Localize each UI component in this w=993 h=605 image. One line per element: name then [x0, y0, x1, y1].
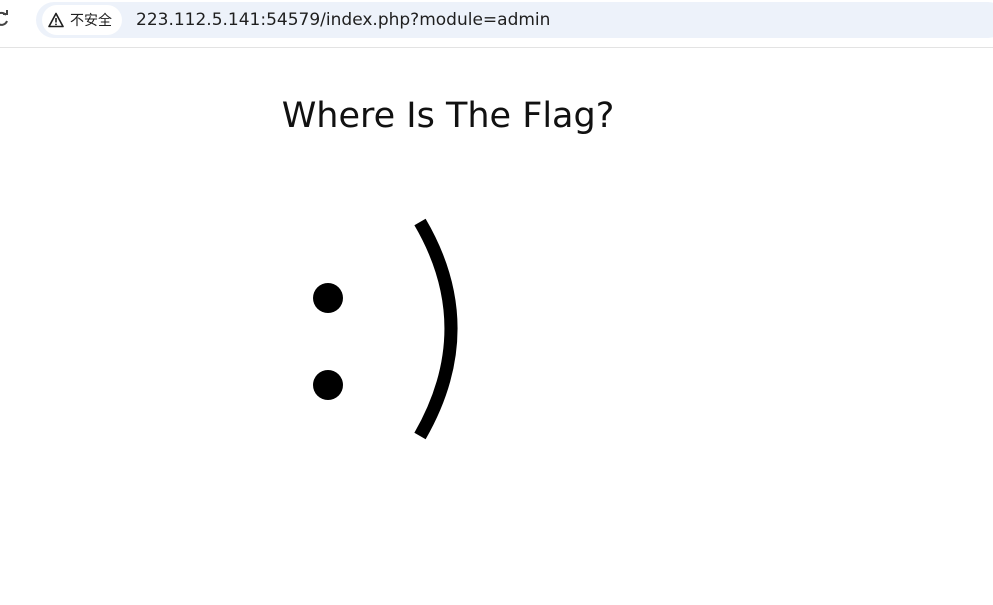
url-text[interactable]: 223.112.5.141:54579/index.php?module=adm…	[136, 2, 550, 38]
warning-icon	[48, 12, 64, 28]
address-bar[interactable]: 不安全 223.112.5.141:54579/index.php?module…	[36, 2, 993, 38]
smiley-face: :)	[313, 218, 458, 440]
security-indicator[interactable]: 不安全	[42, 5, 122, 35]
smiley-mouth	[414, 218, 458, 440]
smiley-eye-top	[313, 283, 343, 313]
page-title: Where Is The Flag?	[281, 96, 615, 136]
reload-icon[interactable]	[0, 9, 10, 29]
security-label: 不安全	[70, 13, 112, 29]
browser-toolbar: 不安全 223.112.5.141:54579/index.php?module…	[0, 0, 993, 48]
smiley-eye-bottom	[313, 370, 343, 400]
